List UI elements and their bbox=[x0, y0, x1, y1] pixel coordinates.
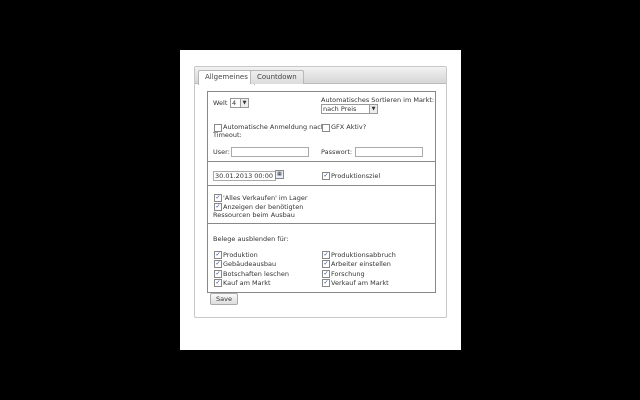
show-resources-label-line2: Ressourcen beim Ausbau bbox=[213, 211, 295, 219]
section-divider bbox=[208, 185, 435, 186]
sell-all-checkbox[interactable]: ✓ bbox=[214, 194, 222, 202]
hide-botschaften-checkbox[interactable]: ✓ bbox=[214, 270, 222, 278]
user-input[interactable] bbox=[231, 147, 309, 157]
hide-botschaften-label: Botschaften leschen bbox=[223, 270, 289, 278]
settings-form: Welt 4 ▼ Automatisches Sortieren im Mark… bbox=[207, 91, 436, 293]
production-goal-checkbox[interactable]: ✓ bbox=[322, 172, 330, 180]
gfx-label: GFX Aktiv? bbox=[331, 123, 367, 131]
hide-verkauf-checkbox[interactable]: ✓ bbox=[322, 279, 330, 287]
sort-select[interactable]: nach Preis ▼ bbox=[321, 104, 378, 114]
sort-value: nach Preis bbox=[323, 105, 357, 113]
hide-title: Belege ausblenden für: bbox=[213, 235, 289, 243]
save-button[interactable]: Save bbox=[210, 293, 238, 305]
hide-verkauf-label: Verkauf am Markt bbox=[331, 279, 389, 287]
chevron-down-icon: ▼ bbox=[369, 105, 377, 113]
tab-allgemeines[interactable]: Allgemeines bbox=[198, 70, 255, 85]
user-label: User: bbox=[213, 148, 230, 156]
section-divider bbox=[208, 161, 435, 162]
sell-all-label: 'Alles Verkaufen' im Lager bbox=[223, 194, 308, 202]
welt-value: 4 bbox=[232, 99, 237, 107]
hide-kauf-checkbox[interactable]: ✓ bbox=[214, 279, 222, 287]
chevron-down-icon: ▼ bbox=[240, 99, 248, 107]
checkmark-icon: ✓ bbox=[323, 260, 329, 267]
hide-arbeiter-label: Arbeiter einstellen bbox=[331, 260, 391, 268]
checkmark-icon: ✓ bbox=[323, 251, 329, 258]
production-goal-label: Produktionsziel bbox=[331, 172, 381, 180]
settings-panel: Allgemeines Countdown Welt 4 ▼ Automatis… bbox=[194, 66, 447, 318]
gfx-checkbox[interactable] bbox=[322, 124, 330, 132]
hide-produktion-checkbox[interactable]: ✓ bbox=[214, 251, 222, 259]
hide-forschung-label: Forschung bbox=[331, 270, 365, 278]
checkmark-icon: ✓ bbox=[323, 279, 329, 286]
hide-produktion-label: Produktion bbox=[223, 251, 258, 259]
checkmark-icon: ✓ bbox=[215, 251, 221, 258]
date-input[interactable]: 30.01.2013 00:00 bbox=[213, 171, 276, 181]
hide-arbeiter-checkbox[interactable]: ✓ bbox=[322, 260, 330, 268]
checkmark-icon: ✓ bbox=[215, 279, 221, 286]
hide-kauf-label: Kauf am Markt bbox=[223, 279, 271, 287]
password-label: Passwort: bbox=[321, 148, 353, 156]
hide-forschung-checkbox[interactable]: ✓ bbox=[322, 270, 330, 278]
hide-produktionsabbruch-label: Produktionsabbruch bbox=[331, 251, 396, 259]
auto-login-label-line2: Timeout: bbox=[213, 131, 242, 139]
options-page: Allgemeines Countdown Welt 4 ▼ Automatis… bbox=[180, 50, 461, 350]
show-resources-checkbox[interactable]: ✓ bbox=[214, 203, 222, 211]
tab-countdown[interactable]: Countdown bbox=[250, 70, 304, 84]
tab-bar: Allgemeines Countdown bbox=[195, 67, 446, 85]
hide-gebaeudeausbau-checkbox[interactable]: ✓ bbox=[214, 260, 222, 268]
show-resources-label-line1: Anzeigen der benötigten bbox=[223, 203, 304, 211]
checkmark-icon: ✓ bbox=[323, 270, 329, 277]
hide-gebaeudeausbau-label: Gebäudeausbau bbox=[223, 260, 277, 268]
hide-produktionsabbruch-checkbox[interactable]: ✓ bbox=[322, 251, 330, 259]
checkmark-icon: ✓ bbox=[215, 270, 221, 277]
welt-select[interactable]: 4 ▼ bbox=[230, 98, 249, 108]
checkmark-icon: ✓ bbox=[323, 172, 329, 179]
password-input[interactable] bbox=[355, 147, 423, 157]
sort-label: Automatisches Sortieren im Markt: bbox=[321, 96, 435, 104]
auto-login-label-line1: Automatische Anmeldung nach bbox=[223, 123, 325, 131]
checkmark-icon: ✓ bbox=[215, 194, 221, 201]
calendar-icon[interactable]: ▦ bbox=[275, 170, 284, 179]
section-divider bbox=[208, 223, 435, 224]
checkmark-icon: ✓ bbox=[215, 203, 221, 210]
checkmark-icon: ✓ bbox=[215, 260, 221, 267]
welt-label: Welt bbox=[213, 99, 228, 107]
